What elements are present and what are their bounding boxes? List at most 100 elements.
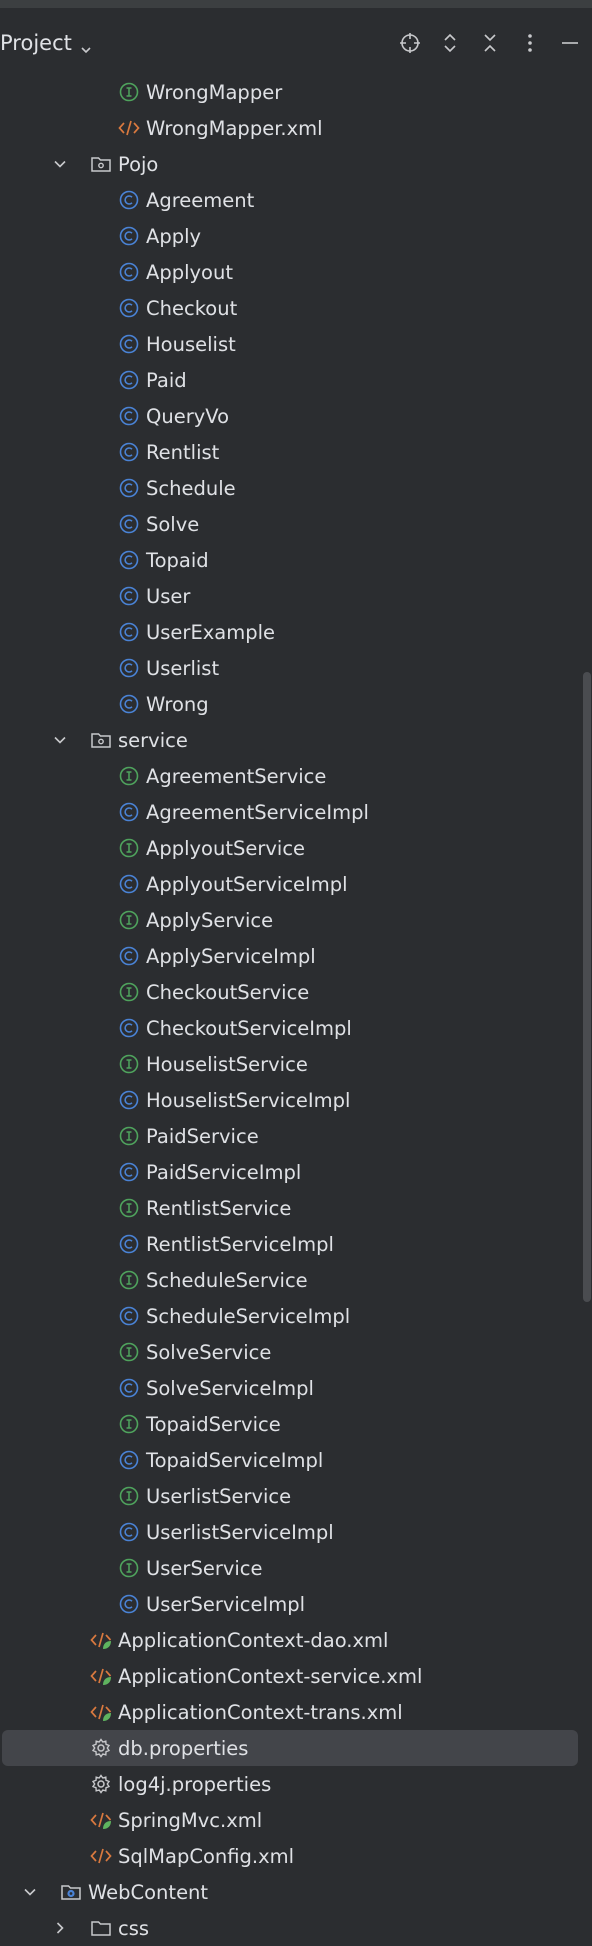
tree-file-row[interactable]: UserExample — [0, 614, 592, 650]
interface-icon — [118, 1053, 140, 1075]
tree-file-row[interactable]: User — [0, 578, 592, 614]
tree-file-row[interactable]: Paid — [0, 362, 592, 398]
tree-item-label: WrongMapper.xml — [146, 116, 323, 140]
tree-file-row[interactable]: ApplyService — [0, 902, 592, 938]
tree-file-row[interactable]: AgreementService — [0, 758, 592, 794]
chevron-down-icon[interactable] — [22, 1884, 38, 1900]
tree-item-label: SolveServiceImpl — [146, 1376, 314, 1400]
tree-item-label: TopaidServiceImpl — [146, 1448, 324, 1472]
vertical-scrollbar[interactable] — [583, 672, 591, 1302]
tree-file-row[interactable]: TopaidService — [0, 1406, 592, 1442]
tree-folder-row[interactable]: css — [0, 1910, 592, 1946]
chevron-down-icon[interactable] — [52, 732, 68, 748]
tree-folder-row[interactable]: Pojo — [0, 146, 592, 182]
expand-all-icon[interactable] — [438, 31, 462, 55]
tree-file-row[interactable]: TopaidServiceImpl — [0, 1442, 592, 1478]
tree-file-row[interactable]: CheckoutService — [0, 974, 592, 1010]
tree-file-row[interactable]: UserlistServiceImpl — [0, 1514, 592, 1550]
tree-folder-row[interactable]: service — [0, 722, 592, 758]
tree-item-label: Schedule — [146, 476, 236, 500]
tree-file-row[interactable]: Topaid — [0, 542, 592, 578]
tree-file-row[interactable]: Apply — [0, 218, 592, 254]
tree-item-label: HouselistService — [146, 1052, 308, 1076]
tree-item-label: ApplyoutServiceImpl — [146, 872, 348, 896]
interface-icon — [118, 1197, 140, 1219]
header-toolbar — [398, 8, 582, 78]
tree-file-row[interactable]: Wrong — [0, 686, 592, 722]
class-icon — [118, 1017, 140, 1039]
tree-file-row[interactable]: Houselist — [0, 326, 592, 362]
tree-file-row[interactable]: db.properties — [2, 1730, 578, 1766]
tree-item-label: Rentlist — [146, 440, 220, 464]
tree-item-label: ApplicationContext-dao.xml — [118, 1628, 389, 1652]
tree-file-row[interactable]: Applyout — [0, 254, 592, 290]
tree-file-row[interactable]: PaidService — [0, 1118, 592, 1154]
tree-file-row[interactable]: HouselistServiceImpl — [0, 1082, 592, 1118]
class-icon — [118, 1233, 140, 1255]
tree-file-row[interactable]: ScheduleService — [0, 1262, 592, 1298]
tree-file-row[interactable]: AgreementServiceImpl — [0, 794, 592, 830]
tree-file-row[interactable]: SpringMvc.xml — [0, 1802, 592, 1838]
class-icon — [118, 1521, 140, 1543]
more-options-icon[interactable] — [518, 31, 542, 55]
class-icon — [118, 801, 140, 823]
properties-icon — [90, 1773, 112, 1795]
chevron-right-icon[interactable] — [52, 1920, 68, 1936]
panel-title[interactable]: Project — [0, 31, 72, 55]
tree-file-row[interactable]: Solve — [0, 506, 592, 542]
class-icon — [118, 1377, 140, 1399]
tree-file-row[interactable]: RentlistServiceImpl — [0, 1226, 592, 1262]
collapse-all-icon[interactable] — [478, 31, 502, 55]
tree-file-row[interactable]: PaidServiceImpl — [0, 1154, 592, 1190]
tree-item-label: Topaid — [146, 548, 209, 572]
tree-file-row[interactable]: Agreement — [0, 182, 592, 218]
tree-item-label: ApplyServiceImpl — [146, 944, 316, 968]
chevron-down-icon[interactable] — [52, 156, 68, 172]
tree-file-row[interactable]: Rentlist — [0, 434, 592, 470]
tree-file-row[interactable]: SolveServiceImpl — [0, 1370, 592, 1406]
tree-file-row[interactable]: SolveService — [0, 1334, 592, 1370]
tree-item-label: Checkout — [146, 296, 238, 320]
web-folder-icon — [60, 1881, 82, 1903]
package-icon — [90, 729, 112, 751]
tree-file-row[interactable]: RentlistService — [0, 1190, 592, 1226]
tree-file-row[interactable]: Schedule — [0, 470, 592, 506]
folder-icon — [90, 1917, 112, 1939]
tree-file-row[interactable]: QueryVo — [0, 398, 592, 434]
chevron-down-icon[interactable] — [80, 37, 92, 54]
tree-file-row[interactable]: ApplicationContext-trans.xml — [0, 1694, 592, 1730]
tree-file-row[interactable]: ScheduleServiceImpl — [0, 1298, 592, 1334]
tree-item-label: SqlMapConfig.xml — [118, 1844, 295, 1868]
class-icon — [118, 189, 140, 211]
tree-file-row[interactable]: HouselistService — [0, 1046, 592, 1082]
tree-file-row[interactable]: UserlistService — [0, 1478, 592, 1514]
tree-item-label: TopaidService — [146, 1412, 281, 1436]
tree-file-row[interactable]: SqlMapConfig.xml — [0, 1838, 592, 1874]
tree-file-row[interactable]: log4j.properties — [0, 1766, 592, 1802]
interface-icon — [118, 1341, 140, 1363]
tree-file-row[interactable]: Userlist — [0, 650, 592, 686]
locate-icon[interactable] — [398, 31, 422, 55]
tree-file-row[interactable]: CheckoutServiceImpl — [0, 1010, 592, 1046]
tree-file-row[interactable]: UserServiceImpl — [0, 1586, 592, 1622]
minimize-icon[interactable] — [558, 31, 582, 55]
xml-icon — [118, 117, 140, 139]
xml-icon — [90, 1845, 112, 1867]
interface-icon — [118, 1269, 140, 1291]
tree-item-label: Apply — [146, 224, 202, 248]
class-icon — [118, 657, 140, 679]
tree-file-row[interactable]: ApplyServiceImpl — [0, 938, 592, 974]
spring-xml-icon — [90, 1701, 112, 1723]
tree-file-row[interactable]: WrongMapper.xml — [0, 110, 592, 146]
project-tree: WrongMapper WrongMapper.xml Pojo Agreement A… — [0, 74, 592, 1946]
tree-file-row[interactable]: Checkout — [0, 290, 592, 326]
tree-file-row[interactable]: WrongMapper — [0, 74, 592, 110]
tree-file-row[interactable]: ApplyoutServiceImpl — [0, 866, 592, 902]
tree-file-row[interactable]: ApplicationContext-dao.xml — [0, 1622, 592, 1658]
class-icon — [118, 1449, 140, 1471]
tree-item-label: log4j.properties — [118, 1772, 272, 1796]
tree-file-row[interactable]: ApplyoutService — [0, 830, 592, 866]
tree-file-row[interactable]: UserService — [0, 1550, 592, 1586]
tree-folder-row[interactable]: WebContent — [0, 1874, 592, 1910]
tree-file-row[interactable]: ApplicationContext-service.xml — [0, 1658, 592, 1694]
